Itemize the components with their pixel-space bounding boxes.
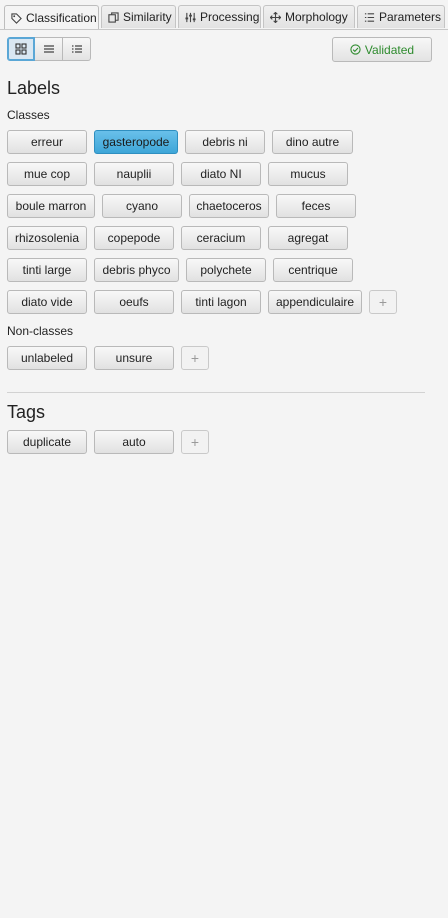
class-chip[interactable]: nauplii — [94, 162, 174, 186]
plus-icon: + — [190, 434, 200, 450]
class-chip[interactable]: cyano — [102, 194, 182, 218]
add-nonclass-button[interactable]: + — [181, 346, 209, 370]
grid-icon — [15, 43, 27, 55]
tab-classification[interactable]: Classification — [4, 5, 99, 30]
nonclasses-heading: Non-classes — [7, 324, 74, 338]
list-view-button[interactable] — [35, 37, 63, 61]
classes-heading: Classes — [7, 108, 50, 122]
plus-icon: + — [190, 350, 200, 366]
tab-processing[interactable]: Processing — [178, 5, 261, 28]
tags-heading: Tags — [7, 402, 46, 422]
plus-icon: + — [378, 294, 388, 310]
list-icon — [43, 45, 54, 53]
tab-bar-divider — [0, 29, 448, 30]
class-chip[interactable]: ceracium — [181, 226, 261, 250]
class-chip[interactable]: dino autre — [272, 130, 353, 154]
class-chip[interactable]: rhizosolenia — [7, 226, 87, 250]
class-chip-selected[interactable]: gasteropode — [94, 130, 178, 154]
tab-label: Morphology — [285, 10, 348, 24]
tab-similarity[interactable]: Similarity — [101, 5, 176, 28]
tab-parameters[interactable]: Parameters — [357, 5, 445, 28]
class-chip[interactable]: tinti lagon — [181, 290, 261, 314]
class-chip[interactable]: oeufs — [94, 290, 174, 314]
add-class-button[interactable]: + — [369, 290, 397, 314]
detail-list-icon — [71, 45, 82, 53]
view-mode-toggle — [7, 37, 91, 61]
tab-bar: Classification Similarity Processing Mor… — [0, 0, 448, 30]
section-divider — [7, 392, 425, 393]
class-chip[interactable]: diato NI — [181, 162, 261, 186]
sliders-icon — [185, 12, 196, 22]
class-chip[interactable]: polychete — [186, 258, 266, 282]
list-icon — [364, 12, 375, 22]
class-chip[interactable]: tinti large — [7, 258, 87, 282]
class-chip[interactable]: mue cop — [7, 162, 87, 186]
class-chip[interactable]: diato vide — [7, 290, 87, 314]
detail-list-view-button[interactable] — [63, 37, 91, 61]
nonclass-chip[interactable]: unlabeled — [7, 346, 87, 370]
class-chip[interactable]: debris ni — [185, 130, 265, 154]
add-tag-button[interactable]: + — [181, 430, 209, 454]
class-chip[interactable]: chaetoceros — [189, 194, 269, 218]
labels-heading: Labels — [7, 78, 61, 98]
tab-label: Parameters — [379, 10, 442, 24]
tag-icon — [11, 12, 22, 24]
tab-label: Processing — [200, 10, 260, 24]
grid-view-button[interactable] — [7, 37, 35, 61]
tag-chip[interactable]: auto — [94, 430, 174, 454]
check-circle-icon — [350, 44, 361, 55]
nonclass-chip[interactable]: unsure — [94, 346, 174, 370]
tab-label: Similarity — [123, 10, 172, 24]
class-chip[interactable]: appendiculaire — [268, 290, 362, 314]
tab-label: Classification — [26, 11, 97, 25]
validated-label: Validated — [364, 42, 415, 57]
class-chip[interactable]: copepode — [94, 226, 174, 250]
class-chip[interactable]: centrique — [273, 258, 353, 282]
tag-chip[interactable]: duplicate — [7, 430, 87, 454]
class-chip[interactable]: boule marron — [7, 194, 95, 218]
class-chip[interactable]: feces — [276, 194, 356, 218]
move-icon — [270, 11, 281, 23]
class-chip[interactable]: erreur — [7, 130, 87, 154]
class-chip[interactable]: agregat — [268, 226, 348, 250]
validated-button[interactable]: Validated — [332, 37, 432, 62]
class-chip[interactable]: debris phyco — [94, 258, 179, 282]
tab-morphology[interactable]: Morphology — [263, 5, 355, 28]
class-chip[interactable]: mucus — [268, 162, 348, 186]
copy-icon — [108, 11, 119, 23]
